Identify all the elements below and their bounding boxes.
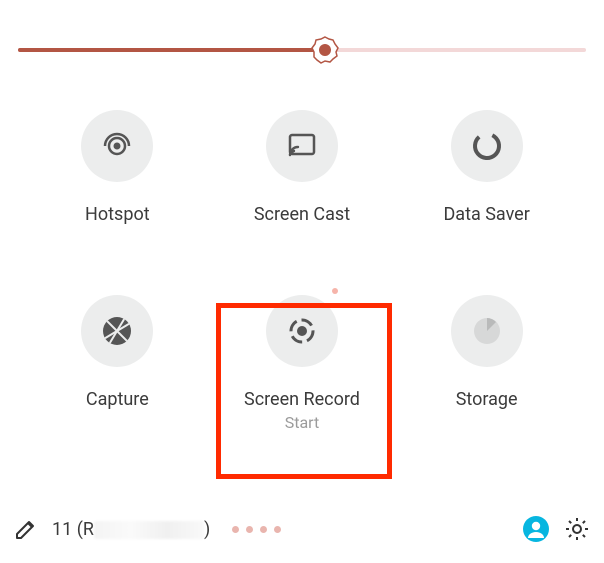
data-saver-icon — [467, 126, 507, 166]
pager-dot — [232, 526, 239, 533]
tile-screenrecord[interactable]: Screen Record Start — [222, 295, 382, 433]
slider-fill — [18, 48, 325, 52]
tile-label: Capture — [86, 389, 149, 412]
build-version-text: 11 (R) — [52, 519, 210, 540]
cast-icon — [282, 126, 322, 166]
settings-button[interactable] — [564, 516, 590, 542]
tile-datasaver[interactable]: Data Saver — [407, 110, 567, 227]
storage-pie-icon — [467, 311, 507, 351]
tile-hotspot[interactable]: Hotspot — [37, 110, 197, 227]
quick-settings-grid: Hotspot Screen Cast Data Saver — [30, 110, 574, 432]
edit-tiles-button[interactable] — [14, 517, 38, 541]
tile-sublabel: Start — [285, 413, 319, 432]
tile-label: Screen Cast — [254, 204, 350, 227]
page-indicator[interactable] — [232, 526, 281, 533]
brightness-thumb-icon[interactable] — [311, 36, 339, 64]
tile-capture[interactable]: Capture — [37, 295, 197, 433]
recording-indicator-dot — [332, 288, 338, 294]
tile-label: Screen Record — [244, 389, 360, 412]
hotspot-icon — [97, 126, 137, 166]
pager-dot — [260, 526, 267, 533]
footer-bar: 11 (R) — [14, 515, 590, 543]
tile-storage[interactable]: Storage — [407, 295, 567, 433]
redacted-text — [94, 521, 204, 539]
tile-label: Hotspot — [85, 204, 150, 227]
aperture-icon — [97, 311, 137, 351]
record-icon — [282, 311, 322, 351]
pager-dot — [246, 526, 253, 533]
tile-label: Storage — [456, 389, 518, 412]
tile-label: Data Saver — [443, 204, 529, 227]
tile-screencast[interactable]: Screen Cast — [222, 110, 382, 227]
brightness-slider[interactable] — [18, 36, 586, 64]
user-switch-button[interactable] — [522, 515, 550, 543]
pager-dot — [274, 526, 281, 533]
